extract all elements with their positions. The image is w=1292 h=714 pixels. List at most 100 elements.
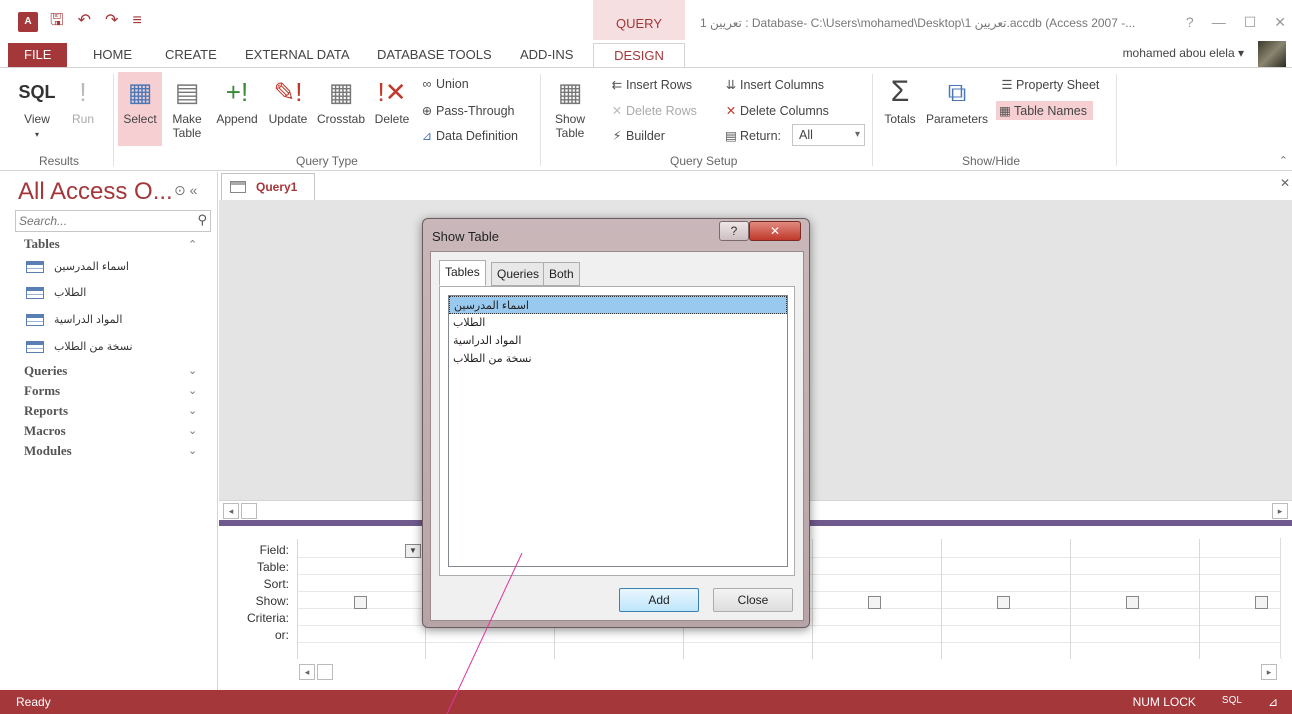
quick-access-toolbar: 🖫 ↶ ↷ ≡ [50, 12, 142, 30]
run-button[interactable]: ! Run [66, 76, 100, 126]
shutter-bar-icon[interactable]: « [190, 182, 198, 198]
expand-reports-icon[interactable]: ⌄ [188, 404, 197, 417]
field-dropdown-icon[interactable]: ▼ [405, 544, 421, 558]
table-list-item[interactable]: المواد الدراسية [449, 332, 787, 350]
union-button[interactable]: ∞ Union [418, 77, 469, 91]
nav-group-forms[interactable]: Forms [24, 383, 60, 399]
expand-macros-icon[interactable]: ⌄ [188, 424, 197, 437]
collapse-tables-icon[interactable]: ⌃ [188, 238, 197, 251]
undo-icon[interactable]: ↶ [78, 12, 91, 30]
insert-rows-button[interactable]: ⇇ Insert Rows [608, 77, 692, 92]
sql-view-button[interactable]: SQL [1222, 695, 1242, 709]
append-button[interactable]: +! Append [212, 76, 262, 126]
make-table-button[interactable]: ▤ Make Table [166, 76, 208, 140]
show-checkbox[interactable] [1126, 596, 1139, 609]
scroll-right-icon[interactable]: ▸ [1272, 503, 1288, 519]
customize-icon[interactable]: ≡ [132, 12, 141, 30]
select-query-button[interactable]: ▦ Select [118, 72, 162, 146]
show-checkbox[interactable] [1255, 596, 1268, 609]
data-definition-button[interactable]: ⊿ Data Definition [418, 128, 518, 143]
dialog-body: Tables Queries Both اسماء المدرسين الطلا… [430, 251, 804, 621]
nav-pane-title[interactable]: All Access O... [18, 178, 173, 206]
nav-group-macros[interactable]: Macros [24, 423, 66, 439]
insert-columns-button[interactable]: ⇊ Insert Columns [722, 77, 824, 92]
close-button[interactable]: Close [713, 588, 793, 612]
close-document-icon[interactable]: ✕ [1280, 176, 1290, 190]
user-name[interactable]: mohamed abou elela ▾ [1123, 46, 1244, 60]
dialog-help-icon[interactable]: ? [719, 221, 749, 241]
nav-group-modules[interactable]: Modules [24, 443, 72, 459]
dialog-tab-both[interactable]: Both [543, 262, 580, 286]
crosstab-grid-icon: ▦ [328, 77, 354, 107]
tab-database-tools[interactable]: DATABASE TOOLS [367, 43, 502, 68]
property-sheet-button[interactable]: ☰ Property Sheet [998, 77, 1099, 92]
scroll-left-icon[interactable]: ◂ [223, 503, 239, 519]
avatar[interactable] [1258, 41, 1286, 67]
table-list-item[interactable]: اسماء المدرسين [449, 296, 787, 314]
help-icon[interactable]: ? [1186, 14, 1194, 31]
show-checkbox[interactable] [997, 596, 1010, 609]
crosstab-button[interactable]: ▦ Crosstab [314, 76, 368, 126]
grid-scroll-right-icon[interactable]: ▸ [1261, 664, 1277, 680]
table-list-item[interactable]: نسخة من الطلاب [449, 350, 787, 368]
document-tab-bar: Query1 ✕ [219, 172, 1292, 201]
nav-table-item[interactable]: المواد الدراسية [26, 313, 122, 327]
tab-add-ins[interactable]: ADD-INS [510, 43, 583, 68]
builder-button[interactable]: ⚡ Builder [608, 128, 665, 143]
maximize-icon[interactable]: ☐ [1244, 14, 1257, 31]
table-names-button[interactable]: ▦ Table Names [996, 101, 1093, 120]
table-names-icon: ▦ [999, 104, 1011, 118]
table-list: اسماء المدرسين الطلاب المواد الدراسية نس… [448, 295, 788, 567]
tab-create[interactable]: CREATE [155, 43, 227, 68]
add-button[interactable]: Add [619, 588, 699, 612]
group-label-results: Results [39, 154, 80, 168]
parameters-button[interactable]: ⧉ Parameters [922, 76, 992, 126]
dialog-tab-tables[interactable]: Tables [439, 260, 486, 286]
tab-external-data[interactable]: EXTERNAL DATA [235, 43, 360, 68]
collapse-ribbon-icon[interactable]: ⌃ [1279, 154, 1288, 167]
view-button[interactable]: SQL View ▾ [14, 76, 60, 140]
table-list-item[interactable]: الطلاب [449, 314, 787, 332]
search-icon[interactable]: ⚲ [197, 212, 207, 228]
redo-icon[interactable]: ↷ [105, 12, 118, 30]
return-select[interactable]: All [792, 124, 865, 146]
nav-group-tables[interactable]: Tables [24, 236, 60, 252]
grid-column[interactable] [1200, 539, 1282, 659]
tab-home[interactable]: HOME [83, 43, 142, 68]
nav-group-reports[interactable]: Reports [24, 403, 68, 419]
grid-row-label-sort: Sort: [263, 577, 289, 591]
expand-modules-icon[interactable]: ⌄ [188, 444, 197, 457]
show-table-button[interactable]: ▦ Show Table [548, 76, 592, 140]
grid-vertical-scrollbar[interactable] [1280, 538, 1292, 658]
design-view-icon[interactable]: ⊿ [1268, 695, 1278, 709]
expand-forms-icon[interactable]: ⌄ [188, 384, 197, 397]
minimize-icon[interactable]: — [1212, 14, 1226, 31]
nav-menu-icon[interactable]: ⊙ [174, 182, 186, 198]
delete-columns-button[interactable]: ✕ Delete Columns [722, 103, 829, 118]
update-button[interactable]: ✎! Update [264, 76, 312, 126]
dialog-tab-queries[interactable]: Queries [491, 262, 546, 286]
delete-query-button[interactable]: !✕ Delete [370, 76, 414, 126]
expand-queries-icon[interactable]: ⌄ [188, 364, 197, 377]
grid-row-label-field: Field: [259, 543, 289, 557]
tab-design[interactable]: DESIGN [593, 43, 685, 68]
nav-table-item[interactable]: اسماء المدرسين [26, 260, 129, 274]
close-icon[interactable]: ✕ [1274, 14, 1286, 31]
nav-table-item[interactable]: نسخة من الطلاب [26, 340, 133, 354]
grid-scroll-left-icon[interactable]: ◂ [299, 664, 315, 680]
save-icon[interactable]: 🖫 [50, 12, 64, 30]
delete-rows-button[interactable]: ✕ Delete Rows [608, 103, 697, 118]
grid-scroll-thumb[interactable] [317, 664, 333, 680]
pass-through-button[interactable]: ⊕ Pass-Through [418, 103, 515, 118]
show-checkbox[interactable] [868, 596, 881, 609]
access-app-icon[interactable]: A [18, 12, 38, 32]
scroll-thumb[interactable] [241, 503, 257, 519]
show-checkbox[interactable] [354, 596, 367, 609]
dialog-close-icon[interactable]: ✕ [749, 221, 801, 241]
search-input[interactable] [16, 211, 186, 231]
tab-file[interactable]: FILE [8, 43, 68, 68]
nav-table-item[interactable]: الطلاب [26, 286, 86, 300]
tab-query1[interactable]: Query1 [221, 173, 315, 201]
totals-button[interactable]: Σ Totals [878, 76, 922, 127]
nav-group-queries[interactable]: Queries [24, 363, 67, 379]
